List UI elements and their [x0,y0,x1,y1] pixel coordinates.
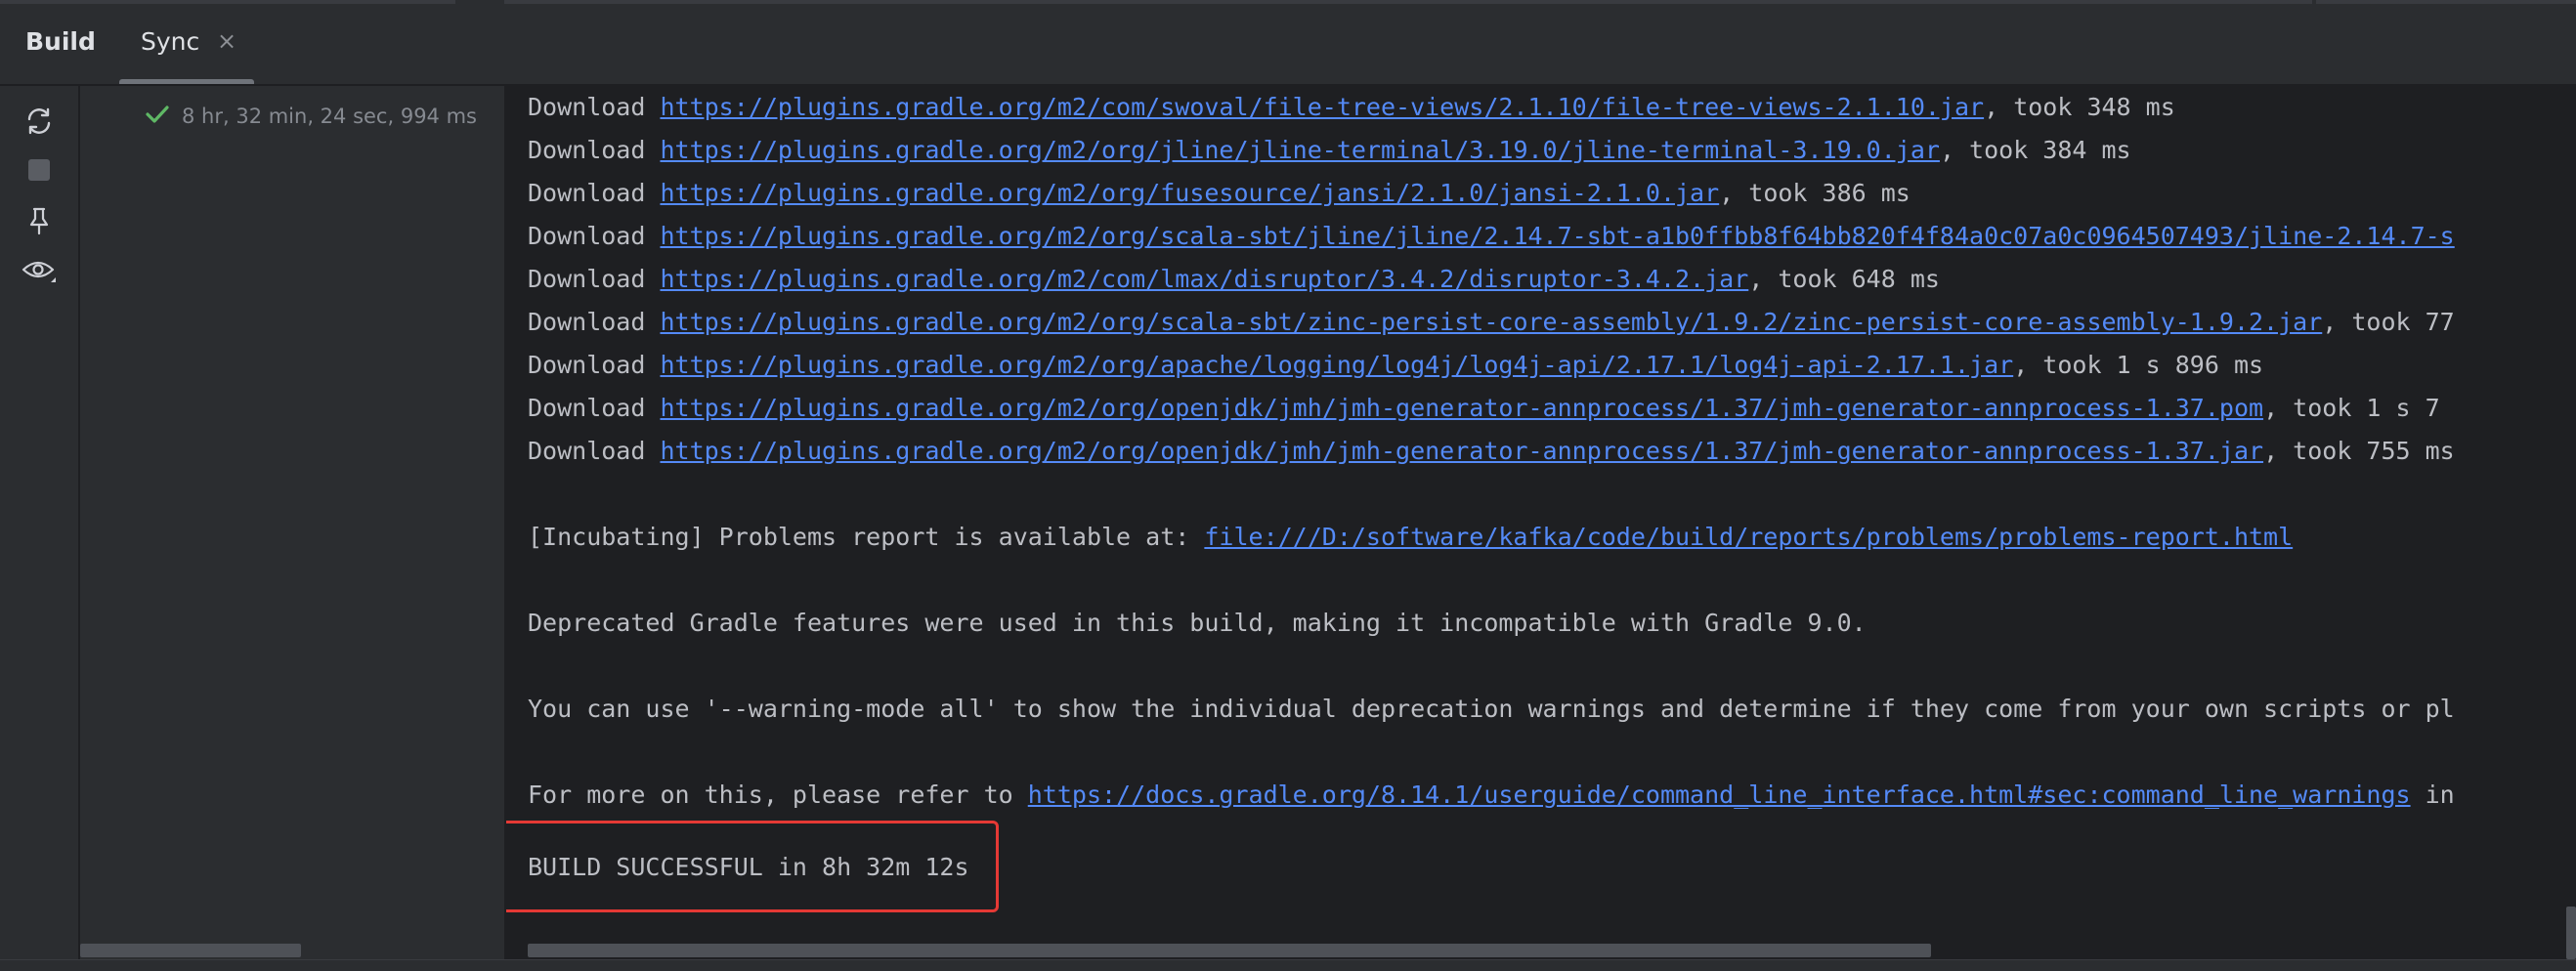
download-link[interactable]: https://plugins.gradle.org/m2/org/fuseso… [660,179,1719,207]
stop-icon[interactable] [20,150,59,190]
elapsed-time: 8 hr, 32 min, 24 sec, 994 ms [182,105,477,128]
console-line: Download https://plugins.gradle.org/m2/c… [528,258,2455,301]
console-vertical-scrollbar-thumb[interactable] [2566,907,2576,959]
header-segment [504,0,2312,4]
download-link[interactable]: https://plugins.gradle.org/m2/org/openjd… [660,394,2263,422]
console-output: Download https://plugins.gradle.org/m2/c… [528,86,2455,817]
console-line: Download https://plugins.gradle.org/m2/o… [528,301,2455,344]
line-suffix: , took 1 s 896 ms [2013,351,2264,379]
bottom-border [0,959,2576,971]
pin-icon[interactable] [20,201,59,240]
close-icon[interactable]: × [215,29,238,53]
console-line: Download https://plugins.gradle.org/m2/o… [528,129,2455,172]
console-line: Download https://plugins.gradle.org/m2/c… [528,86,2455,129]
more-info-text: For more on this, please refer to [528,781,1028,809]
console-line: Download https://plugins.gradle.org/m2/o… [528,172,2455,215]
console-line: [Incubating] Problems report is availabl… [528,516,2455,559]
download-link[interactable]: https://plugins.gradle.org/m2/com/swoval… [660,93,1984,121]
build-result: BUILD SUCCESSFUL in 8h 32m 12s [528,853,969,881]
console-line: Download https://plugins.gradle.org/m2/o… [528,344,2455,387]
warning-mode-message: You can use '--warning-mode all' to show… [528,695,2455,723]
build-tree: 8 hr, 32 min, 24 sec, 994 ms [80,86,506,959]
tool-window-header: Build Sync × [0,0,2576,86]
line-prefix: Download [528,136,661,164]
line-prefix: Download [528,93,661,121]
scrollbar-thumb[interactable] [80,944,301,957]
console-line: Download https://plugins.gradle.org/m2/o… [528,430,2455,473]
line-prefix: Download [528,437,661,465]
build-actions-toolbar [0,86,80,959]
line-suffix: , took 386 ms [1719,179,1911,207]
download-link[interactable]: https://plugins.gradle.org/m2/org/apache… [660,351,2013,379]
tree-horizontal-scrollbar[interactable] [80,940,504,959]
sync-icon[interactable] [20,102,59,141]
tab-build[interactable]: Build [25,27,96,56]
download-link[interactable]: https://plugins.gradle.org/m2/org/scala-… [660,308,2322,336]
console-line: Download https://plugins.gradle.org/m2/o… [528,387,2455,430]
scrollbar-thumb[interactable] [528,944,1931,957]
console-horizontal-scrollbar[interactable] [506,940,2576,959]
line-prefix: Download [528,222,661,250]
tree-item-sync-result[interactable]: 8 hr, 32 min, 24 sec, 994 ms [145,102,477,131]
problems-text: [Incubating] Problems report is availabl… [528,523,1205,551]
download-link[interactable]: https://plugins.gradle.org/m2/org/openjd… [660,437,2263,465]
line-suffix: , took 1 s 7 [2263,394,2440,422]
line-prefix: Download [528,394,661,422]
header-segment [2316,0,2576,4]
tab-sync-label: Sync [141,27,200,56]
download-link[interactable]: https://plugins.gradle.org/m2/org/jline/… [660,136,1939,164]
line-prefix: Download [528,351,661,379]
line-suffix: , took 77 [2322,308,2455,336]
line-suffix: , took 648 ms [1748,265,1940,293]
download-link[interactable]: https://plugins.gradle.org/m2/com/lmax/d… [660,265,1748,293]
download-link[interactable]: https://plugins.gradle.org/m2/org/scala-… [660,222,2454,250]
deprecation-message: Deprecated Gradle features were used in … [528,609,1867,637]
tab-sync[interactable]: Sync × [119,0,254,84]
gradle-docs-link[interactable]: https://docs.gradle.org/8.14.1/userguide… [1028,781,2411,809]
line-prefix: Download [528,179,661,207]
check-icon [145,104,170,129]
more-info-suffix: in [2410,781,2455,809]
problems-report-link[interactable]: file:///D:/software/kafka/code/build/rep… [1204,523,2293,551]
line-suffix: , took 384 ms [1939,136,2131,164]
line-suffix: , took 755 ms [2263,437,2455,465]
build-console: Download https://plugins.gradle.org/m2/c… [506,86,2576,959]
selected-tab-indicator [119,79,254,84]
console-line: Download https://plugins.gradle.org/m2/o… [528,215,2455,258]
line-suffix: , took 348 ms [1984,93,2175,121]
line-prefix: Download [528,308,661,336]
line-prefix: Download [528,265,661,293]
console-line: For more on this, please refer to https:… [528,774,2455,817]
build-tool-window: Build Sync × 8 hr, 32 min, 24 sec, 994 m… [0,0,2576,971]
eye-icon[interactable] [20,252,59,291]
